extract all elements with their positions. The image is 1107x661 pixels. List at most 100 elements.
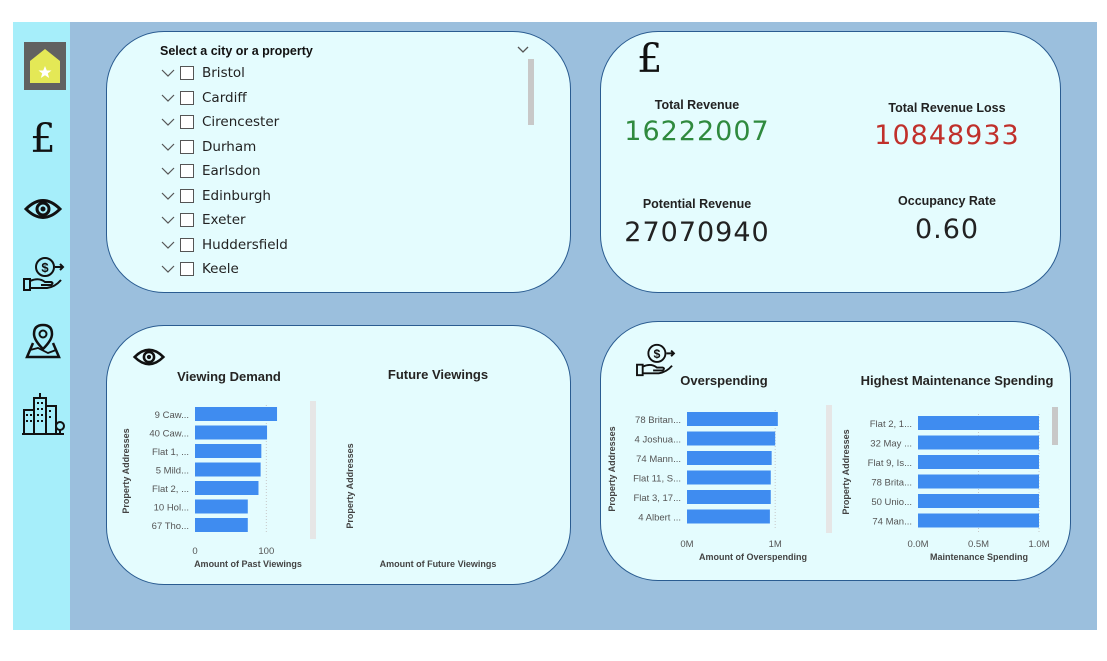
viewings-card: Viewing Demand Future Viewings Property … (106, 325, 571, 585)
y-tick-label: 78 Britan... (635, 415, 681, 426)
chevron-down-icon[interactable] (160, 93, 176, 103)
slicer-item[interactable]: Exeter (160, 209, 246, 231)
maintenance-spending-title: Highest Maintenance Spending (860, 373, 1054, 388)
total-revenue-label: Total Revenue (654, 98, 740, 112)
y-tick-label: 4 Albert ... (638, 513, 681, 524)
checkbox[interactable] (180, 262, 194, 276)
revenue-kpi-card: £ Total Revenue 16222007 Total Revenue L… (600, 31, 1061, 293)
x-tick-label: 1.0M (1028, 539, 1049, 550)
slicer-item-label: Keele (202, 261, 239, 277)
chevron-down-icon[interactable] (160, 215, 176, 225)
y-tick-label: 9 Caw... (155, 410, 189, 421)
y-tick-label: Flat 1, ... (152, 447, 189, 458)
x-tick-label: 0.5M (968, 539, 989, 550)
viewing-demand-scrollbar[interactable] (310, 401, 316, 539)
slicer-item-label: Edinburgh (202, 187, 271, 204)
bar (195, 462, 261, 477)
spending-card: $ Overspending Highest Maintenance Spend… (600, 321, 1071, 581)
viewing-demand-title: Viewing Demand (177, 369, 281, 384)
y-tick-label: 40 Caw... (149, 429, 189, 440)
nav-item-map[interactable] (21, 320, 65, 362)
nav-item-revenue[interactable]: £ (21, 114, 65, 164)
overspending-scrollbar[interactable] (826, 405, 832, 533)
pound-icon: £ (637, 36, 663, 82)
checkbox[interactable] (180, 139, 194, 154)
chevron-down-icon[interactable] (160, 166, 176, 176)
chevron-down-icon[interactable] (160, 117, 176, 127)
maintenance-scrollbar[interactable] (1052, 407, 1058, 445)
slicer-item[interactable]: Durham (160, 136, 256, 158)
total-revenue-loss-label: Total Revenue Loss (888, 101, 1006, 115)
overspending-title: Overspending (680, 373, 768, 388)
home-icon (30, 49, 60, 83)
bar (687, 431, 776, 446)
chevron-down-icon[interactable] (160, 264, 176, 274)
x-tick-label: 0 (192, 546, 197, 557)
future-viewings-title: Future Viewings (387, 367, 489, 382)
slicer-item-label: Bristol (202, 65, 245, 81)
checkbox[interactable] (180, 188, 194, 203)
x-tick-label: 1M (769, 539, 782, 550)
x-axis-label: Amount of Overspending (699, 552, 807, 562)
bar (918, 455, 1039, 469)
bar (918, 474, 1039, 489)
y-tick-label: 5 Mild... (156, 466, 189, 477)
checkbox[interactable] (180, 164, 194, 178)
total-revenue-loss-value: 10848933 (874, 120, 1020, 151)
bar (687, 412, 778, 426)
checkbox[interactable] (180, 90, 194, 105)
nav-sidebar: £ $ (13, 22, 70, 630)
chevron-down-icon[interactable] (160, 142, 176, 152)
nav-item-viewings[interactable] (21, 190, 65, 228)
y-axis-label: Property Addresses (121, 428, 131, 513)
slicer-item-label: Earlsdon (202, 163, 261, 179)
chevron-down-icon (517, 46, 529, 53)
slicer-item[interactable]: Bristol (160, 62, 245, 84)
bar (687, 470, 771, 485)
potential-revenue-label: Potential Revenue (642, 197, 752, 211)
y-tick-label: 74 Man... (872, 517, 912, 528)
chevron-down-icon[interactable] (160, 240, 176, 250)
slicer-item[interactable]: Cardiff (160, 87, 247, 109)
bar (195, 499, 248, 514)
slicer-item[interactable]: Cirencester (160, 111, 279, 133)
viewing-demand-chart: Property Addresses Amount of Past Viewing… (121, 405, 302, 569)
slicer-item[interactable]: Keele (160, 258, 239, 280)
svg-text:$: $ (653, 347, 660, 361)
nav-item-home[interactable] (24, 42, 66, 90)
checkbox[interactable] (180, 213, 194, 227)
y-tick-label: 4 Joshua... (635, 435, 681, 446)
checkbox[interactable] (180, 237, 194, 252)
x-tick-label: 100 (258, 546, 274, 557)
slicer-item[interactable]: Edinburgh (160, 185, 271, 207)
slicer-item[interactable]: Huddersfield (160, 234, 288, 256)
slicer-item-label: Huddersfield (202, 236, 288, 253)
city-slicer-card: Select a city or a property Bristol Cardi… (106, 31, 571, 293)
slicer-dropdown-chevron[interactable] (516, 42, 530, 56)
slicer-scrollbar[interactable] (528, 59, 534, 125)
svg-text:$: $ (41, 260, 49, 275)
y-tick-label: 74 Mann... (636, 454, 681, 465)
nav-item-city[interactable] (19, 390, 67, 438)
y-tick-label: Flat 11, S... (633, 474, 681, 485)
bar (918, 494, 1039, 508)
x-axis-label: Amount of Future Viewings (380, 559, 497, 569)
y-axis-label: Property Addresses (345, 443, 355, 528)
slicer-item-label: Cirencester (202, 114, 280, 130)
maintenance-spending-chart: Property AddressesMaintenance Spending0.… (841, 414, 1050, 562)
checkbox[interactable] (180, 115, 194, 129)
chevron-down-icon[interactable] (160, 68, 176, 78)
pound-icon: £ (30, 116, 56, 162)
x-tick-label: 0.0M (907, 539, 928, 550)
occupancy-rate-value: 0.60 (914, 214, 980, 245)
y-tick-label: Flat 2, 1... (870, 419, 912, 430)
y-tick-label: 10 Hol... (154, 503, 189, 514)
y-tick-label: Flat 9, Is... (868, 458, 912, 469)
nav-item-spending[interactable]: $ (19, 254, 67, 294)
bar (195, 518, 248, 532)
checkbox[interactable] (180, 66, 194, 80)
y-tick-label: 78 Brita... (871, 478, 912, 489)
chevron-down-icon[interactable] (160, 191, 176, 201)
bar (918, 416, 1039, 430)
slicer-item[interactable]: Earlsdon (160, 160, 261, 182)
